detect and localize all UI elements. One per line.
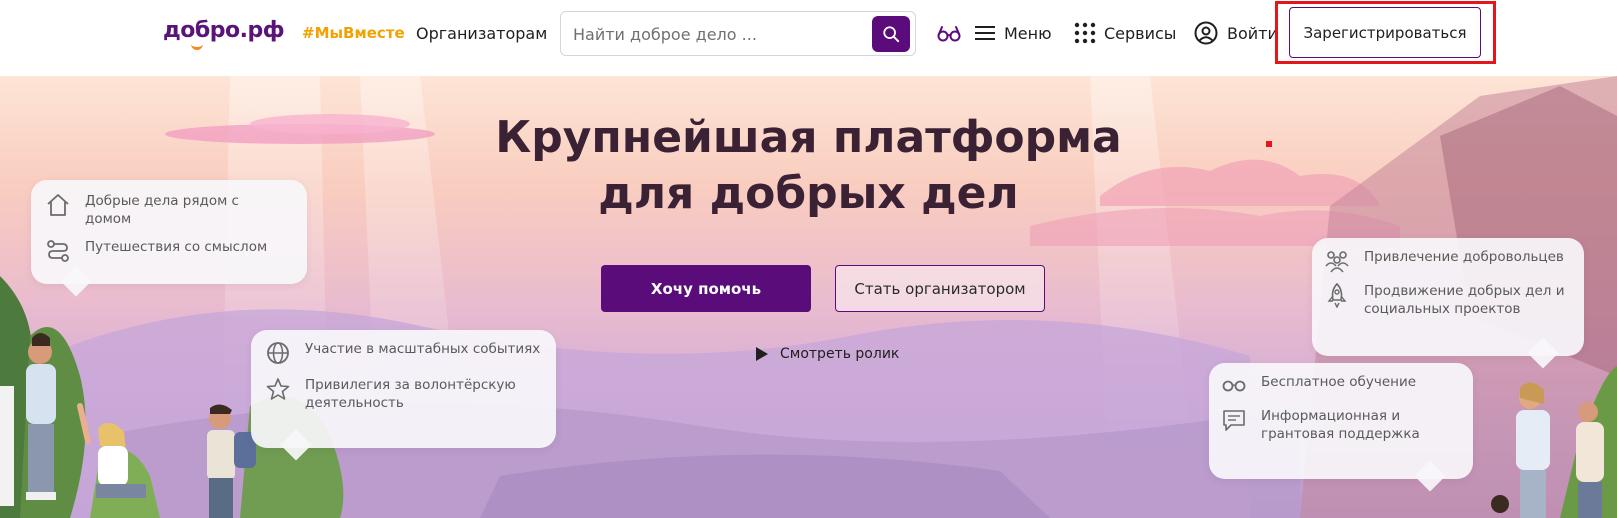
want-to-help-button[interactable]: Хочу помочь [601,265,811,312]
feature-text: Привилегия за волонтёрскую деятельность [305,377,516,411]
feature-item: Участие в масштабных событиях [265,340,540,366]
accessibility-glasses-icon[interactable] [937,25,961,43]
search-input[interactable] [573,22,863,46]
search-box [560,11,916,56]
feature-item: Бесплатное обучение [1221,373,1416,399]
feature-bubble-left-top: Добрые дела рядом с домом Путешествия со… [31,180,307,297]
user-icon[interactable] [1194,21,1218,45]
feature-text: Путешествия со смыслом [85,239,268,255]
page: добро.рф #МыВместе Организаторам Меню [0,0,1617,518]
home-icon [47,194,69,216]
feature-item: Путешествия со смыслом [45,238,267,264]
feature-text: Бесплатное обучение [1261,374,1417,390]
rocket-icon [1327,282,1347,308]
feature-text: Добрые дела рядом с домом [85,193,239,227]
feature-item: Привлечение добровольцев [1324,248,1564,274]
services-grid-icon[interactable] [1074,22,1096,44]
feature-text: Привлечение добровольцев [1364,249,1564,265]
hero-section: Крупнейшая платформа для добрых дел Хочу… [0,76,1617,518]
search-icon [883,26,900,43]
feature-item: Привилегия за волонтёрскую деятельность [265,376,535,412]
feature-item: Продвижение добрых дел и социальных прое… [1324,282,1569,318]
watch-video-label: Смотреть ролик [780,346,900,362]
logo[interactable]: добро.рф [163,18,285,43]
nav-link-tag[interactable]: #МыВместе [302,24,405,42]
watch-video-link[interactable]: Смотреть ролик [756,346,899,362]
become-organizer-button[interactable]: Стать организатором [835,265,1045,312]
star-icon [266,378,290,400]
hero-title-line1: Крупнейшая платформа [495,112,1122,163]
route-icon [47,240,69,262]
search-button[interactable] [872,16,910,52]
menu-icon[interactable] [975,24,995,42]
feature-text: Участие в масштабных событиях [305,341,541,357]
site-header: добро.рф #МыВместе Организаторам Меню [0,0,1617,76]
feature-item: Добрые дела рядом с домом [45,192,275,228]
feature-bubble-right-top: Привлечение добровольцев Продвижение доб… [1312,238,1584,369]
glasses-icon [1222,380,1246,392]
play-icon [756,347,768,361]
menu-button[interactable]: Меню [1004,24,1052,43]
register-button[interactable]: Зарегистрироваться [1289,7,1481,58]
login-button[interactable]: Войти [1227,24,1278,43]
people-icon [1325,251,1349,273]
feature-text: Продвижение добрых дел и социальных прое… [1364,283,1565,317]
services-button[interactable]: Сервисы [1104,24,1176,43]
logo-smile [191,44,203,50]
nav-link-organizers[interactable]: Организаторам [416,24,547,43]
feature-text: Информационная и грантовая поддержка [1261,408,1420,442]
feature-bubble-right-mid: Бесплатное обучение Информационная и гра… [1209,363,1473,492]
globe-icon [267,342,289,364]
chat-icon [1223,410,1245,431]
feature-bubble-left-mid: Участие в масштабных событиях Привилегия… [251,330,556,461]
feature-item: Информационная и грантовая поддержка [1221,407,1461,443]
